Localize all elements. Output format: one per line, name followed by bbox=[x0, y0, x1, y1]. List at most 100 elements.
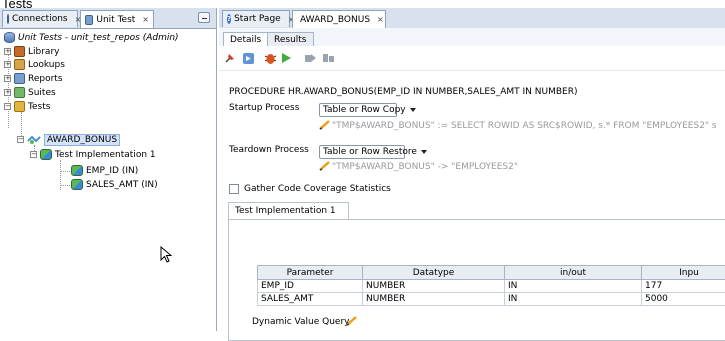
unit-test-icon bbox=[85, 15, 93, 25]
details-results-tabs: Details Results bbox=[219, 28, 725, 46]
grey-action-icon-1[interactable] bbox=[303, 51, 317, 65]
tab-label: Start Page bbox=[234, 14, 281, 24]
startup-process-select[interactable]: Table or Row Copy bbox=[319, 103, 397, 117]
parameter-icon bbox=[71, 165, 83, 176]
implementation-panel: Parameter Datatype in/out Inpu EMP_ID NU… bbox=[228, 219, 725, 341]
tree-guide-line bbox=[60, 171, 70, 172]
teardown-process-select[interactable]: Table or Row Restore bbox=[319, 145, 405, 159]
tree-label: Tests bbox=[28, 102, 50, 112]
column-header[interactable]: Datatype bbox=[363, 266, 505, 280]
left-tab-strip: Connections × Unit Test × bbox=[0, 8, 216, 29]
chevron-down-icon bbox=[410, 108, 416, 112]
reports-icon bbox=[14, 73, 25, 84]
table-cell[interactable]: 5000 bbox=[642, 293, 725, 306]
mouse-cursor-icon bbox=[160, 246, 174, 264]
table-cell[interactable]: IN bbox=[505, 280, 642, 293]
tree-label: Library bbox=[28, 47, 59, 57]
coverage-label: Gather Code Coverage Statistics bbox=[244, 184, 391, 194]
expand-icon[interactable]: + bbox=[4, 75, 11, 82]
close-icon[interactable]: × bbox=[142, 15, 149, 24]
tab-label: AWARD_BONUS bbox=[300, 15, 370, 25]
tree-node-library[interactable]: + Library bbox=[4, 45, 59, 58]
collapse-icon[interactable]: − bbox=[30, 151, 37, 158]
run-icon[interactable] bbox=[241, 51, 255, 65]
implementation-icon bbox=[40, 149, 52, 160]
tab-unit-test[interactable]: Unit Test × bbox=[80, 10, 154, 28]
test-icon bbox=[27, 135, 41, 145]
editor-tab-strip: ? Start Page × AWARD_BONUS × bbox=[219, 8, 725, 29]
chevron-down-icon bbox=[421, 150, 427, 154]
dynamic-value-query-label: Dynamic Value Query bbox=[252, 317, 349, 327]
select-value: Table or Row Copy bbox=[323, 105, 406, 115]
tab-results[interactable]: Results bbox=[267, 32, 314, 46]
help-icon: ? bbox=[227, 14, 231, 24]
navigator-tree: Unit Tests - unit_test_repos (Admin) bbox=[4, 31, 179, 44]
details-panel: PROCEDURE HR.AWARD_BONUS(EMP_ID IN NUMBE… bbox=[219, 70, 725, 331]
table-cell[interactable]: EMP_ID bbox=[258, 280, 363, 293]
tab-label: Unit Test bbox=[96, 15, 135, 25]
collapse-icon[interactable]: − bbox=[17, 136, 24, 143]
table-cell[interactable]: SALES_AMT bbox=[258, 293, 363, 306]
column-header[interactable]: in/out bbox=[505, 266, 642, 280]
table-cell[interactable]: NUMBER bbox=[363, 293, 505, 306]
pin-icon[interactable] bbox=[223, 51, 237, 65]
tree-node-param-emp-id[interactable]: EMP_ID (IN) bbox=[71, 164, 138, 177]
tree-node-lookups[interactable]: + Lookups bbox=[4, 58, 65, 71]
tree-node-award-bonus[interactable]: − AWARD_BONUS bbox=[17, 133, 120, 146]
grey-action-icon-2[interactable] bbox=[321, 51, 335, 65]
tree-label: EMP_ID (IN) bbox=[86, 166, 138, 176]
database-icon bbox=[4, 32, 15, 43]
debug-icon[interactable] bbox=[263, 51, 277, 65]
editor-toolbar bbox=[219, 46, 725, 71]
startup-process-label: Startup Process bbox=[229, 103, 299, 113]
edit-pencil-icon[interactable] bbox=[346, 316, 358, 326]
parameter-icon bbox=[71, 179, 83, 190]
table-cell[interactable]: IN bbox=[505, 293, 642, 306]
expand-icon[interactable]: + bbox=[4, 61, 11, 68]
lookups-icon bbox=[14, 59, 25, 70]
tree-node-param-sales-amt[interactable]: SALES_AMT (IN) bbox=[71, 178, 158, 191]
table-cell[interactable]: 177 bbox=[642, 280, 725, 293]
tree-label: Suites bbox=[28, 88, 56, 98]
column-header[interactable]: Inpu bbox=[642, 266, 725, 280]
minimize-button[interactable] bbox=[198, 12, 210, 23]
edit-pencil-icon[interactable] bbox=[319, 161, 331, 171]
tree-label: Reports bbox=[28, 74, 63, 84]
column-header[interactable]: Parameter bbox=[258, 266, 363, 280]
tab-connections[interactable]: Connections × bbox=[2, 10, 78, 27]
tree-node-reports[interactable]: + Reports bbox=[4, 72, 63, 85]
table-cell[interactable]: NUMBER bbox=[363, 280, 505, 293]
teardown-process-label: Teardown Process bbox=[229, 145, 309, 155]
teardown-process-detail: "TMP$AWARD_BONUS" -> "EMPLOYEES2" bbox=[332, 162, 518, 172]
tree-root[interactable]: Unit Tests - unit_test_repos (Admin) bbox=[4, 31, 179, 44]
procedure-signature: PROCEDURE HR.AWARD_BONUS(EMP_ID IN NUMBE… bbox=[229, 87, 578, 97]
expand-icon[interactable]: + bbox=[4, 89, 11, 96]
unit-test-navigator: Connections × Unit Test × Unit Tests - u… bbox=[0, 8, 217, 331]
tree-node-tests[interactable]: − Tests bbox=[4, 100, 50, 113]
tab-start-page[interactable]: ? Start Page × bbox=[222, 10, 290, 27]
tab-award-bonus[interactable]: AWARD_BONUS × bbox=[292, 10, 386, 28]
edit-pencil-icon[interactable] bbox=[319, 120, 331, 130]
tab-details[interactable]: Details bbox=[223, 32, 268, 46]
tree-root-label: Unit Tests - unit_test_repos (Admin) bbox=[18, 33, 179, 43]
tree-guide-line bbox=[60, 185, 70, 186]
table-row[interactable]: EMP_ID NUMBER IN 177 bbox=[258, 280, 725, 293]
tree-label-selected: AWARD_BONUS bbox=[44, 134, 120, 146]
tests-icon bbox=[14, 101, 25, 112]
parameter-table: Parameter Datatype in/out Inpu EMP_ID NU… bbox=[257, 265, 725, 306]
close-icon[interactable]: × bbox=[377, 15, 384, 24]
tree-node-suites[interactable]: + Suites bbox=[4, 86, 56, 99]
suites-icon bbox=[14, 87, 25, 98]
tree-label: Test Implementation 1 bbox=[55, 150, 156, 160]
collapse-icon[interactable]: − bbox=[4, 103, 11, 110]
tree-label: Lookups bbox=[28, 60, 65, 70]
tree-node-implementation[interactable]: − Test Implementation 1 bbox=[30, 148, 156, 161]
expand-icon[interactable]: + bbox=[4, 48, 11, 55]
tree-label: SALES_AMT (IN) bbox=[86, 180, 158, 190]
library-icon bbox=[14, 46, 25, 57]
coverage-checkbox[interactable] bbox=[229, 184, 239, 194]
play-icon[interactable] bbox=[279, 51, 293, 65]
tab-label: Connections bbox=[12, 14, 68, 24]
table-row[interactable]: SALES_AMT NUMBER IN 5000 bbox=[258, 293, 725, 306]
tab-test-implementation-1[interactable]: Test Implementation 1 bbox=[228, 202, 349, 219]
